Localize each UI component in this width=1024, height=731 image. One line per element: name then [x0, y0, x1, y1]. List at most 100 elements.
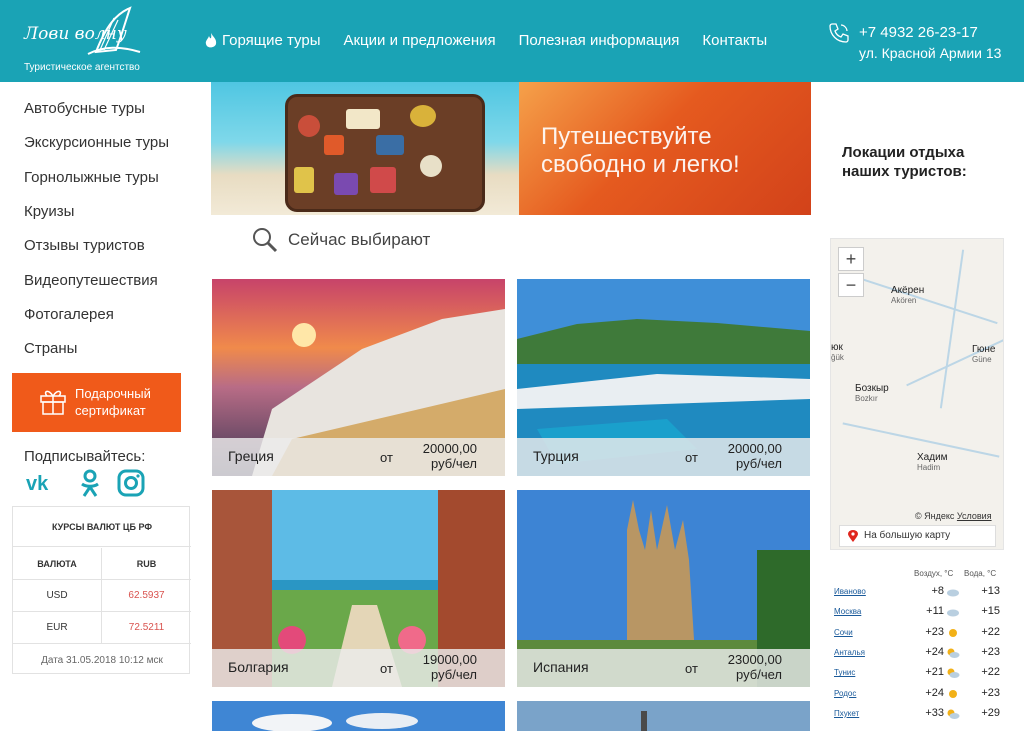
card-country: Турция — [533, 448, 579, 464]
sun-cloud-icon — [946, 708, 960, 720]
locations-title: Локации отдыха наших туристов: — [842, 143, 967, 181]
gift-certificate-button[interactable]: Подарочный сертификат — [12, 373, 181, 432]
phone-number[interactable]: +7 4932 26-23-17 — [859, 24, 978, 41]
weather-row: Тунис +21 +22 — [834, 666, 1004, 688]
weather-water-temp: +23 — [981, 645, 1000, 658]
logo[interactable]: Лови волну Туристическое агентство — [22, 6, 152, 76]
weather-city-link[interactable]: Сочи — [834, 628, 853, 637]
card-price-unit: руб/чел — [736, 456, 782, 471]
card-price: 19000,00 руб/чел — [407, 652, 477, 682]
weather-row: Анталья +24 +23 — [834, 645, 1004, 668]
instagram-icon[interactable] — [115, 468, 147, 498]
rate-currency: USD — [13, 580, 102, 612]
sidebar-item-cruises[interactable]: Круизы — [24, 203, 74, 220]
tour-card-greece[interactable]: Греция от 20000,00 руб/чел — [212, 279, 505, 476]
weather-row: Иваново +8 +13 — [834, 585, 1004, 607]
hero-banner[interactable]: Путешествуйте свободно и легко! — [211, 82, 811, 215]
rate-value: 62.5937 — [128, 590, 165, 601]
vk-icon[interactable]: vk — [25, 468, 57, 498]
map-label-name: Акёрен — [891, 285, 925, 296]
yandex-map[interactable]: + − Акёрен Akören юк ğük Гюне Güne Бозкыр Bo… — [830, 238, 1004, 550]
sun-icon — [946, 627, 960, 639]
weather-water-temp: +22 — [981, 625, 1000, 638]
weather-air-temp: +8 — [931, 585, 944, 597]
tour-card-bulgaria[interactable]: Болгария от 19000,00 руб/чел — [212, 490, 505, 687]
weather-air-temp: +33 — [925, 706, 944, 719]
weather-city-link[interactable]: Пхукет — [834, 709, 859, 718]
sun-cloud-icon — [946, 647, 960, 659]
nav-contacts[interactable]: Контакты — [702, 32, 767, 49]
sky-image — [212, 701, 505, 731]
map-label: Бозкыр Bozkır — [855, 383, 889, 403]
now-choosing-label: Сейчас выбирают — [288, 230, 431, 249]
card-price-value: 23000,00 — [727, 652, 782, 667]
sidebar-item-countries[interactable]: Страны — [24, 340, 77, 357]
odnoklassniki-icon[interactable] — [74, 468, 106, 498]
card-price: 20000,00 руб/чел — [407, 441, 477, 471]
map-label-tr: Akören — [891, 296, 917, 305]
weather-city-link[interactable]: Анталья — [834, 648, 865, 657]
sidebar-item-gallery[interactable]: Фотогалерея — [24, 306, 114, 323]
weather-city-link[interactable]: Родос — [834, 689, 856, 698]
weather-air-temp: +24 — [925, 686, 944, 699]
tour-card-partial[interactable] — [212, 701, 505, 731]
map-copyright-text: © Яндекс — [915, 511, 955, 521]
weather-air-header: Воздух, °С — [914, 569, 954, 578]
weather-city-link[interactable]: Иваново — [834, 587, 866, 596]
weather-row: Сочи +23 +22 — [834, 625, 1004, 648]
weather-water-temp: +13 — [981, 585, 1000, 597]
banner-beach-image — [211, 82, 519, 215]
open-big-map-button[interactable]: На большую карту — [839, 525, 996, 547]
sidebar-item-reviews[interactable]: Отзывы туристов — [24, 237, 145, 254]
sidebar-item-videos[interactable]: Видеопутешествия — [24, 272, 158, 289]
card-price-unit: руб/чел — [736, 667, 782, 682]
card-country: Греция — [228, 448, 274, 464]
sidebar-item-excursion-tours[interactable]: Экскурсионные туры — [24, 134, 169, 151]
suitcase-image — [285, 94, 485, 212]
rates-title: КУРСЫ ВАЛЮТ ЦБ РФ — [13, 507, 191, 547]
map-label-name: Гюне — [972, 344, 996, 355]
rates-col-currency: ВАЛЮТА — [13, 548, 102, 580]
weather-row: Пхукет +33 +29 — [834, 706, 1004, 729]
cloud-icon — [946, 606, 960, 618]
sidebar-item-ski-tours[interactable]: Горнолыжные туры — [24, 169, 159, 186]
map-label-name: Бозкыр — [855, 383, 889, 394]
card-price: 20000,00 руб/чел — [712, 441, 782, 471]
weather-air-temp: +23 — [925, 625, 944, 638]
nav-label: Полезная информация — [518, 32, 680, 49]
tour-card-turkey[interactable]: Турция от 20000,00 руб/чел — [517, 279, 810, 476]
zoom-in-button[interactable]: + — [838, 247, 864, 271]
map-pin-icon — [848, 530, 858, 542]
weather-water-temp: +22 — [981, 666, 1000, 679]
weather-row: Родос +24 +23 — [834, 686, 1004, 709]
map-label-tr: Bozkır — [855, 394, 878, 403]
card-info-bar: Турция от 20000,00 руб/чел — [517, 438, 810, 476]
weather-city-link[interactable]: Тунис — [834, 668, 855, 677]
sun-icon — [946, 688, 960, 700]
map-terms-link[interactable]: Условия — [957, 511, 992, 521]
rates-col-rub: RUB — [136, 559, 157, 569]
weather-city-link[interactable]: Москва — [834, 607, 861, 616]
gift-icon — [40, 390, 66, 415]
locations-title-line2: наших туристов: — [842, 163, 967, 180]
card-price-value: 20000,00 — [727, 441, 782, 456]
nav-promotions[interactable]: Акции и предложения — [343, 32, 495, 49]
nav-hot-tours[interactable]: Горящие туры — [204, 32, 320, 49]
sidebar-item-bus-tours[interactable]: Автобусные туры — [24, 100, 145, 117]
svg-text:vk: vk — [26, 473, 49, 495]
card-info-bar: Болгария от 19000,00 руб/чел — [212, 649, 505, 687]
nav-useful-info[interactable]: Полезная информация — [519, 32, 680, 49]
tour-card-spain[interactable]: Испания от 23000,00 руб/чел — [517, 490, 810, 687]
weather-air-temp: +24 — [925, 645, 944, 658]
card-from: от — [685, 661, 698, 676]
map-label-tr: Güne — [972, 355, 992, 364]
address: ул. Красной Армии 13 — [859, 45, 1002, 61]
table-row: EUR 72.5211 — [13, 612, 191, 644]
map-label-name: юк — [831, 342, 843, 353]
tour-card-partial[interactable] — [517, 701, 810, 731]
map-label: Акёрен Akören — [891, 285, 924, 305]
card-price: 23000,00 руб/чел — [712, 652, 782, 682]
zoom-out-button[interactable]: − — [838, 273, 864, 297]
card-price-unit: руб/чел — [431, 667, 477, 682]
map-label: юк ğük — [831, 342, 844, 362]
